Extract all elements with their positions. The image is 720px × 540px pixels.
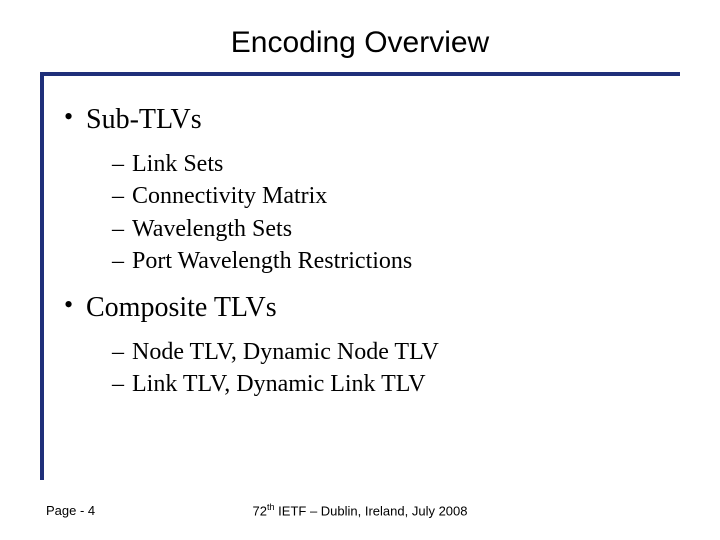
slide: Encoding Overview Sub-TLVs Link Sets Con… (0, 0, 720, 540)
bullet-sub-tlvs: Sub-TLVs (64, 104, 680, 136)
left-bar (40, 72, 44, 480)
title-underline (40, 72, 680, 76)
slide-title: Encoding Overview (40, 26, 680, 60)
sub-item: Link Sets (112, 148, 680, 180)
footer-ord-suffix: th (267, 502, 275, 512)
sub-item: Wavelength Sets (112, 213, 680, 245)
sub-item: Node TLV, Dynamic Node TLV (112, 336, 680, 368)
footer-ord: 72 (253, 503, 267, 518)
sub-item: Link TLV, Dynamic Link TLV (112, 368, 680, 400)
footer-rest: IETF – Dublin, Ireland, July 2008 (275, 503, 468, 518)
sub-list-sub-tlvs: Link Sets Connectivity Matrix Wavelength… (112, 148, 680, 278)
slide-content: Sub-TLVs Link Sets Connectivity Matrix W… (64, 98, 680, 414)
footer-text: 72th IETF – Dublin, Ireland, July 2008 (0, 502, 720, 518)
bullet-composite-tlvs: Composite TLVs (64, 292, 680, 324)
sub-item: Connectivity Matrix (112, 180, 680, 212)
sub-list-composite-tlvs: Node TLV, Dynamic Node TLV Link TLV, Dyn… (112, 336, 680, 401)
slide-footer: Page - 4 72th IETF – Dublin, Ireland, Ju… (0, 498, 720, 518)
sub-item: Port Wavelength Restrictions (112, 245, 680, 277)
